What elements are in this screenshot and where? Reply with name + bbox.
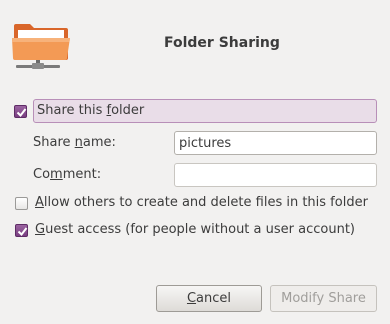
check-icon [16, 108, 27, 118]
share-name-label-text: Share [33, 135, 75, 150]
allow-others-label-text: llow others to create and delete files i… [43, 195, 368, 210]
share-name-input[interactable] [174, 131, 377, 155]
guest-access-mnemonic: G [35, 222, 46, 237]
share-folder-checkbox[interactable] [14, 105, 27, 118]
comment-mnemonic: m [50, 167, 63, 182]
share-name-mnemonic: n [74, 135, 83, 150]
allow-others-label[interactable]: Allow others to create and delete files … [35, 195, 368, 210]
cancel-button[interactable]: Cancel [156, 285, 262, 312]
cancel-mnemonic: C [186, 291, 197, 306]
share-folder-label[interactable]: Share this folder [37, 103, 144, 118]
allow-others-checkbox[interactable] [15, 197, 28, 210]
allow-others-mnemonic: A [35, 195, 44, 210]
guest-access-label[interactable]: Guest access (for people without a user … [35, 222, 355, 237]
share-name-label: Share name: [33, 135, 116, 150]
modify-share-button[interactable]: Modify Share [270, 285, 377, 312]
share-folder-label-text: Share this [37, 103, 107, 118]
comment-input[interactable] [174, 163, 377, 187]
share-name-label-rest: ame: [82, 135, 116, 150]
cancel-label: ancel [196, 291, 232, 306]
dialog-title: Folder Sharing [164, 35, 280, 51]
share-folder-label-rest: older [111, 103, 145, 118]
comment-label-text: Co [33, 167, 51, 182]
comment-label-rest: ment: [62, 167, 102, 182]
guest-access-label-text: uest access (for people without a user a… [45, 222, 355, 237]
folder-share-icon [10, 12, 74, 76]
check-icon [17, 227, 28, 237]
comment-label: Comment: [33, 167, 101, 182]
guest-access-checkbox[interactable] [15, 224, 28, 237]
